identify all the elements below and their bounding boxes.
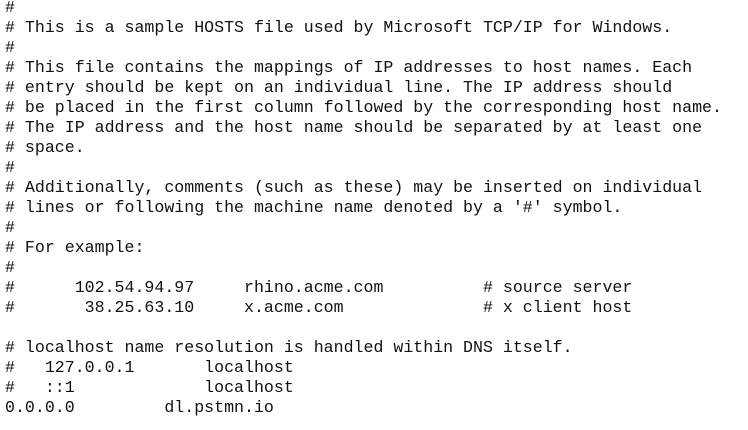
text-line-21: 0.0.0.0 dl.pstmn.io: [5, 398, 274, 417]
text-line-15: # 102.54.94.97 rhino.acme.com # source s…: [5, 278, 633, 297]
text-line-9: #: [5, 158, 15, 177]
text-line-11: # lines or following the machine name de…: [5, 198, 623, 217]
text-line-7: # The IP address and the host name shoul…: [5, 118, 703, 137]
text-line-4: # This file contains the mappings of IP …: [5, 58, 693, 77]
text-line-2: # This is a sample HOSTS file used by Mi…: [5, 18, 673, 37]
text-line-18: # localhost name resolution is handled w…: [5, 338, 573, 357]
text-editor-area[interactable]: # # This is a sample HOSTS file used by …: [5, 0, 745, 430]
text-line-1: #: [5, 0, 15, 17]
text-line-6: # be placed in the first column followed…: [5, 98, 722, 117]
text-line-12: #: [5, 218, 15, 237]
text-line-10: # Additionally, comments (such as these)…: [5, 178, 703, 197]
text-line-19: # 127.0.0.1 localhost: [5, 358, 294, 377]
text-line-5: # entry should be kept on an individual …: [5, 78, 673, 97]
text-line-13: # For example:: [5, 238, 145, 257]
text-line-3: #: [5, 38, 15, 57]
text-line-8: # space.: [5, 138, 85, 157]
text-line-14: #: [5, 258, 15, 277]
text-line-16: # 38.25.63.10 x.acme.com # x client host: [5, 298, 633, 317]
text-line-20: # ::1 localhost: [5, 378, 294, 397]
text-line-17: [5, 318, 745, 338]
